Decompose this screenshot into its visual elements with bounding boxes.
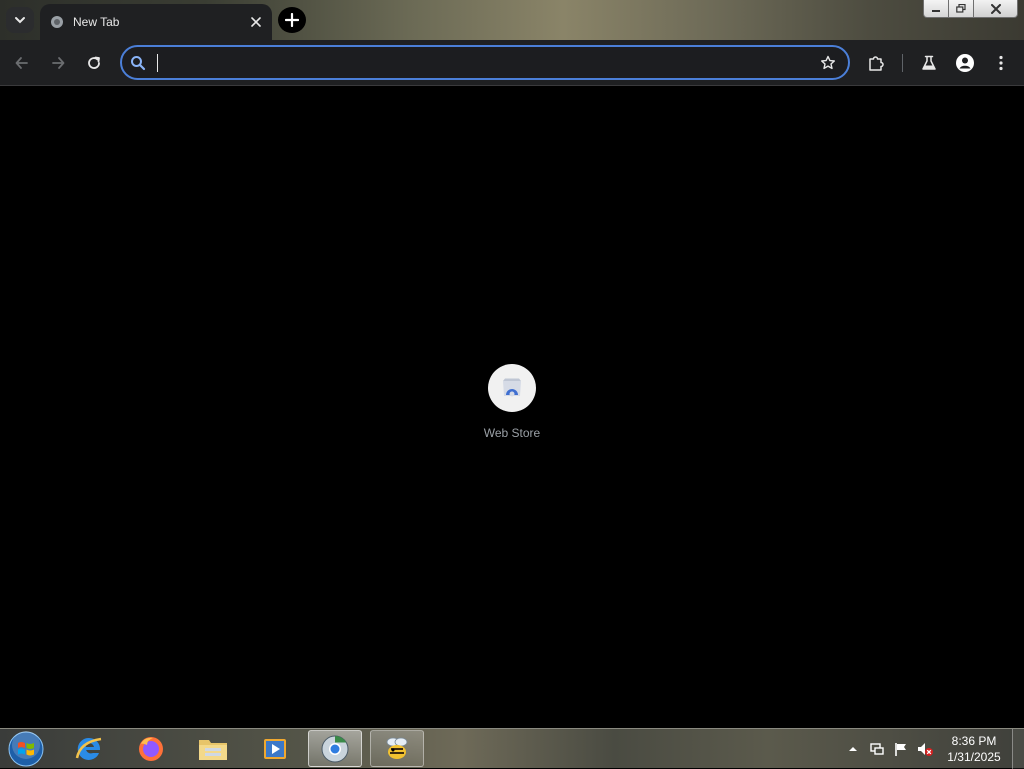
profile-button[interactable] [951,49,979,77]
volume-muted-icon[interactable] [916,740,934,758]
media-player-icon [264,738,286,759]
new-tab-button[interactable] [278,7,306,33]
minimize-icon [932,9,940,12]
search-icon [128,53,148,73]
clock-time: 8:36 PM [951,734,997,748]
shortcut-icon-circle [488,364,536,412]
tab-new-tab[interactable]: New Tab [40,4,272,40]
action-center-flag-icon[interactable] [892,740,910,758]
tab-search-button[interactable] [6,7,34,33]
forward-button[interactable] [44,49,72,77]
text-caret [157,54,158,72]
arrow-right-icon [52,57,65,69]
reload-icon [88,56,100,69]
network-icon[interactable] [868,740,886,758]
taskbar-bee-app[interactable] [370,730,424,767]
show-hidden-icon[interactable] [844,740,862,758]
shortcut-label: Web Store [483,426,541,440]
flask-icon [922,55,936,70]
restore-icon [956,4,966,13]
chrome-icon [321,735,349,762]
window-close-button[interactable] [974,0,1018,18]
new-tab-page: Web Store [0,87,1024,728]
clock-date: 1/31/2025 [947,750,1001,764]
tab-close-icon[interactable] [248,14,264,30]
browser-titlebar: New Tab [0,0,1024,40]
reload-button[interactable] [80,49,108,77]
close-icon [990,3,1001,14]
globe-icon [49,14,65,30]
person-icon [956,54,974,72]
taskbar-chrome[interactable] [308,730,362,767]
address-input[interactable] [148,47,814,78]
chevron-down-icon [15,17,25,24]
puzzle-icon [869,56,884,71]
system-tray [844,729,934,769]
taskbar-media-player[interactable] [248,730,302,767]
restore-button[interactable] [949,0,974,18]
start-button[interactable] [6,731,46,767]
extensions-button[interactable] [862,49,890,77]
shortcut-web-store[interactable]: Web Store [472,362,552,452]
taskbar-firefox[interactable] [124,730,178,767]
window-controls [923,0,1018,19]
toolbar-divider [902,54,903,72]
arrow-left-icon [15,57,28,69]
plus-icon [285,13,299,27]
taskbar-clock[interactable]: 8:36 PM 1/31/2025 [938,733,1010,765]
taskbar-windows-explorer[interactable] [186,730,240,767]
back-button[interactable] [8,49,36,77]
minimize-button[interactable] [923,0,949,18]
labs-button[interactable] [915,49,943,77]
menu-button[interactable] [987,49,1015,77]
address-bar[interactable] [120,45,850,80]
ie-icon [75,737,102,760]
web-store-icon [503,378,521,397]
tab-title: New Tab [73,15,120,29]
bee-icon [386,737,408,759]
taskbar-internet-explorer[interactable] [62,730,116,767]
more-vert-icon [999,55,1003,71]
taskbar: 8:36 PM 1/31/2025 [0,728,1024,769]
show-desktop-button[interactable] [1012,729,1024,769]
bookmark-star-icon[interactable] [814,49,842,77]
firefox-icon [139,736,163,761]
browser-toolbar [0,40,1024,86]
windows-orb-icon [8,731,44,767]
folder-icon [199,739,227,760]
